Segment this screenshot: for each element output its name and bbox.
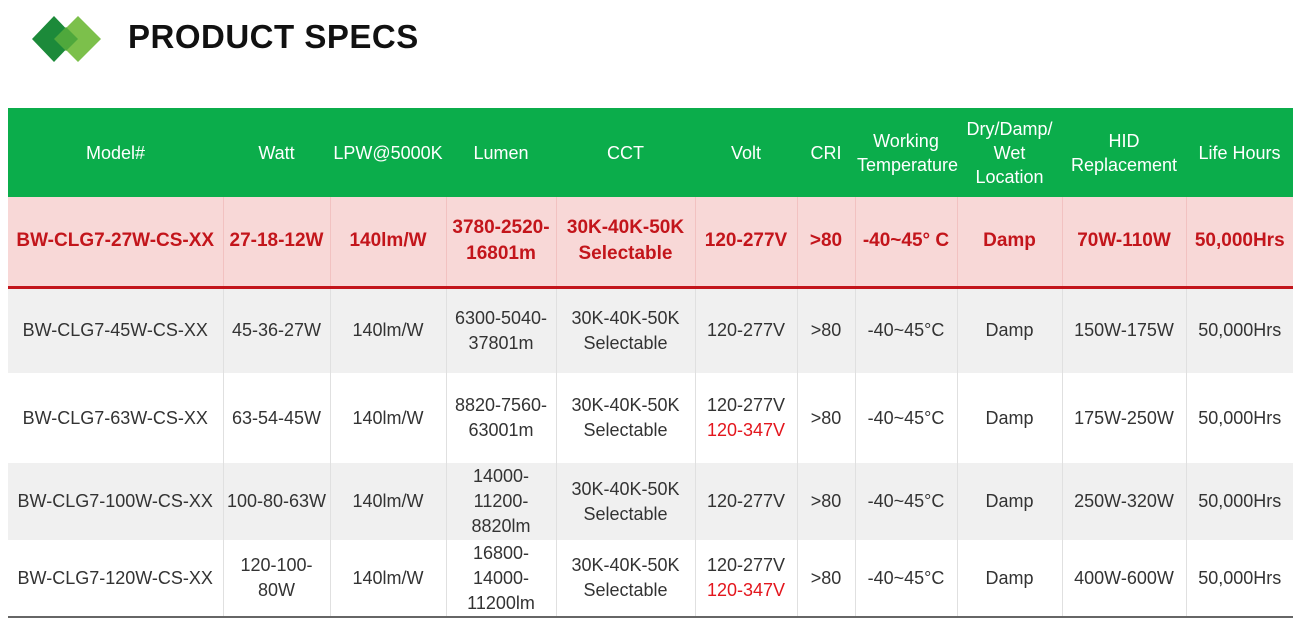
cell-lumen: 8820-7560- 63001m (445, 373, 556, 463)
cell-lumen: 3780-2520- 16801m (445, 197, 556, 289)
cell-model: BW-CLG7-100W-CS-XX (8, 463, 223, 540)
cell-location: Damp (956, 373, 1062, 463)
cell-lpw: 140lm/W (329, 373, 446, 463)
cell-location: Damp (956, 463, 1062, 540)
cell-lpw: 140lm/W (329, 463, 446, 540)
table-row: BW-CLG7-45W-CS-XX 45-36-27W 140lm/W 6300… (8, 287, 1293, 373)
cell-volt: 120-277V (694, 287, 797, 373)
cell-watt: 27-18-12W (222, 197, 330, 289)
cell-hid: 175W-250W (1061, 373, 1186, 463)
brand-logo-icon (32, 16, 101, 62)
cell-model: BW-CLG7-63W-CS-XX (8, 373, 223, 463)
cell-lumen: 16800-14000- 11200lm (445, 540, 556, 618)
cell-lpw: 140lm/W (329, 540, 446, 618)
column-header-volt: Volt (695, 108, 797, 197)
cell-volt: 120-277V (694, 463, 797, 540)
cell-life: 50,000Hrs (1185, 197, 1293, 289)
cell-lpw: 140lm/W (329, 197, 446, 289)
column-header-location: Dry/Damp/Wet Location (957, 108, 1062, 197)
table-row: BW-CLG7-63W-CS-XX 63-54-45W 140lm/W 8820… (8, 373, 1293, 463)
cell-cct: 30K-40K-50K Selectable (555, 463, 695, 540)
table-row-featured: BW-CLG7-27W-CS-XX 27-18-12W 140lm/W 3780… (8, 197, 1293, 289)
cell-life: 50,000Hrs (1185, 373, 1293, 463)
cell-cct: 30K-40K-50K Selectable (555, 197, 695, 289)
cell-model: BW-CLG7-27W-CS-XX (8, 197, 223, 289)
cell-lumen: 6300-5040- 37801m (445, 287, 556, 373)
cell-cri: >80 (796, 197, 855, 289)
product-specs-table: Model# Watt LPW@5000K Lumen CCT Volt CRI… (8, 108, 1293, 618)
column-header-life-hours: Life Hours (1186, 108, 1293, 197)
column-header-lumen: Lumen (446, 108, 556, 197)
column-header-watt: Watt (223, 108, 330, 197)
cell-cri: >80 (796, 287, 855, 373)
cell-model: BW-CLG7-45W-CS-XX (8, 287, 223, 373)
cell-temperature: -40~45°C (854, 373, 957, 463)
cell-temperature: -40~45°C (854, 463, 957, 540)
cell-life: 50,000Hrs (1185, 463, 1293, 540)
column-header-working-temperature: Working Temperature (855, 108, 958, 197)
cell-hid: 400W-600W (1061, 540, 1186, 618)
table-header-row: Model# Watt LPW@5000K Lumen CCT Volt CRI… (8, 108, 1293, 197)
cell-lpw: 140lm/W (329, 287, 446, 373)
cell-hid: 250W-320W (1061, 463, 1186, 540)
cell-temperature: -40~45° C (854, 197, 957, 289)
cell-volt: 120-277V (694, 197, 797, 289)
column-header-lpw: LPW@5000K (330, 108, 446, 197)
cell-location: Damp (956, 197, 1062, 289)
column-header-cri: CRI (797, 108, 855, 197)
cell-cct: 30K-40K-50K Selectable (555, 373, 695, 463)
page-header: PRODUCT SPECS (30, 10, 730, 70)
column-header-cct: CCT (556, 108, 695, 197)
cell-cri: >80 (796, 463, 855, 540)
page-title: PRODUCT SPECS (128, 18, 419, 55)
cell-volt: 120-277V 120-347V (694, 373, 797, 463)
cell-watt: 45-36-27W (222, 287, 330, 373)
cell-life: 50,000Hrs (1185, 287, 1293, 373)
cell-temperature: -40~45°C (854, 540, 957, 618)
cell-location: Damp (956, 287, 1062, 373)
cell-watt: 120-100-80W (222, 540, 330, 618)
cell-hid: 70W-110W (1061, 197, 1186, 289)
cell-watt: 100-80-63W (222, 463, 330, 540)
cell-lumen: 14000-11200- 8820lm (445, 463, 556, 540)
cell-cct: 30K-40K-50K Selectable (555, 540, 695, 618)
cell-model: BW-CLG7-120W-CS-XX (8, 540, 223, 618)
cell-life: 50,000Hrs (1185, 540, 1293, 618)
cell-cct: 30K-40K-50K Selectable (555, 287, 695, 373)
cell-cri: >80 (796, 373, 855, 463)
cell-watt: 63-54-45W (222, 373, 330, 463)
cell-location: Damp (956, 540, 1062, 618)
table-row: BW-CLG7-100W-CS-XX 100-80-63W 140lm/W 14… (8, 463, 1293, 540)
cell-hid: 150W-175W (1061, 287, 1186, 373)
table-row: BW-CLG7-120W-CS-XX 120-100-80W 140lm/W 1… (8, 540, 1293, 618)
cell-cri: >80 (796, 540, 855, 618)
cell-temperature: -40~45°C (854, 287, 957, 373)
cell-volt: 120-277V 120-347V (694, 540, 797, 618)
column-header-model: Model# (8, 108, 223, 197)
column-header-hid-replacement: HID Replacement (1062, 108, 1186, 197)
